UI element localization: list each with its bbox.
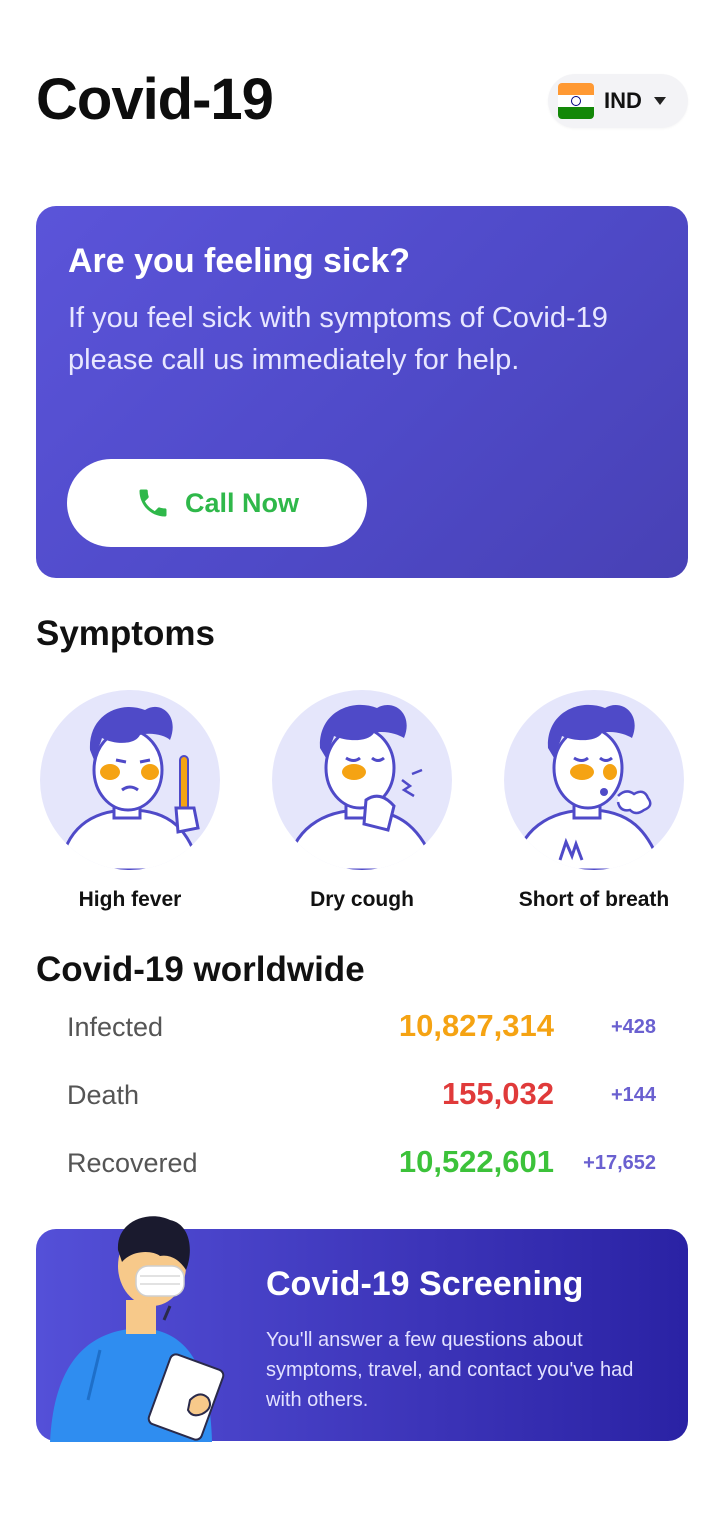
worldwide-stats: Infected 10,827,314 +428 Death 155,032 +…	[36, 1000, 688, 1204]
stat-delta: +144	[610, 1084, 656, 1106]
short-of-breath-illustration	[504, 690, 684, 870]
help-card: Are you feeling sick? If you feel sick w…	[36, 206, 688, 578]
page-title: Covid-19	[36, 67, 274, 132]
dry-cough-illustration	[272, 690, 452, 870]
stat-value: 10,827,314	[398, 1008, 554, 1043]
stat-row-recovered: Recovered 10,522,601 +17,652	[36, 1136, 688, 1204]
call-now-label: Call Now	[184, 487, 299, 518]
stat-value: 10,522,601	[398, 1144, 554, 1179]
stat-delta: +17,652	[583, 1152, 656, 1174]
doctor-with-clipboard-illustration	[50, 1216, 225, 1442]
screening-title: Covid-19 Screening	[266, 1265, 584, 1303]
country-selector[interactable]: IND	[548, 74, 688, 128]
symptom-label: High fever	[78, 888, 182, 911]
symptoms-heading: Symptoms	[36, 614, 215, 653]
phone-icon	[139, 489, 167, 517]
stat-label: Death	[67, 1080, 140, 1110]
call-now-button[interactable]: Call Now	[67, 459, 367, 547]
symptom-dry-cough[interactable]: Dry cough	[272, 690, 452, 912]
symptom-label: Dry cough	[310, 888, 414, 911]
symptom-label: Short of breath	[518, 888, 670, 911]
symptom-high-fever[interactable]: High fever	[40, 690, 220, 912]
stat-value: 155,032	[441, 1076, 554, 1111]
high-fever-illustration	[40, 690, 220, 870]
india-flag-icon	[558, 83, 594, 119]
stat-row-infected: Infected 10,827,314 +428	[36, 1000, 688, 1068]
stat-label: Infected	[67, 1012, 164, 1042]
stat-row-death: Death 155,032 +144	[36, 1068, 688, 1136]
screening-text: You'll answer a few questions about symp…	[266, 1329, 634, 1411]
symptom-short-of-breath[interactable]: Short of breath	[504, 690, 684, 912]
worldwide-heading: Covid-19 worldwide	[36, 950, 365, 989]
stat-delta: +428	[610, 1016, 656, 1038]
stat-label: Recovered	[67, 1148, 198, 1178]
help-card-title: Are you feeling sick?	[68, 242, 410, 280]
country-code: IND	[604, 88, 642, 113]
help-card-text: If you feel sick with symptoms of Covid-…	[68, 302, 608, 376]
chevron-down-icon	[653, 97, 666, 105]
